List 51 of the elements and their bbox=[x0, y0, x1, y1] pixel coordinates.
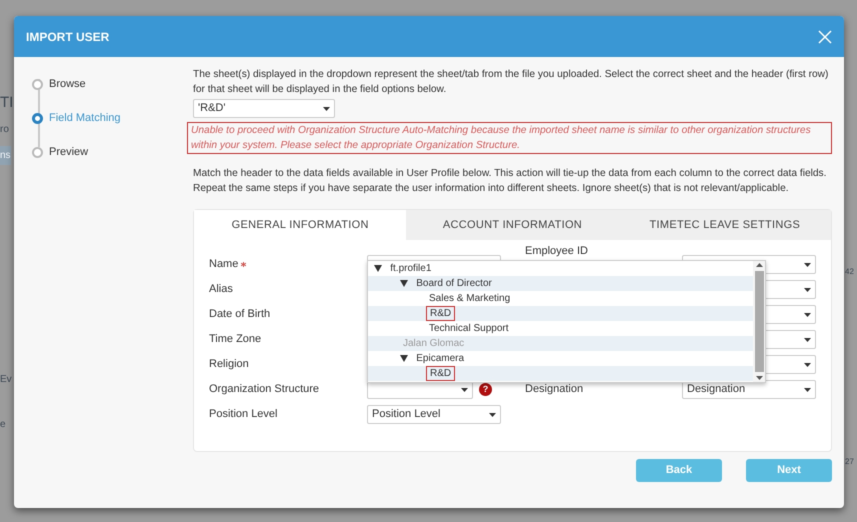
caret-icon bbox=[323, 106, 330, 110]
window-title: IMPORT USER bbox=[26, 28, 110, 46]
background-text: 27 bbox=[845, 456, 854, 468]
tree-item[interactable]: Epicamera bbox=[413, 352, 468, 365]
tab[interactable]: TIMETEC LEAVE SETTINGS bbox=[618, 210, 831, 240]
tree-item[interactable]: Technical Support bbox=[426, 322, 512, 335]
scroll-down-icon[interactable] bbox=[756, 374, 762, 382]
tree-item[interactable]: ft.profile1 bbox=[387, 262, 434, 275]
caret-icon bbox=[804, 262, 811, 266]
scrollbar[interactable] bbox=[753, 261, 765, 382]
tree-item[interactable]: R&D bbox=[426, 306, 456, 321]
tree-item[interactable]: Board of Director bbox=[413, 277, 495, 290]
step-label[interactable]: Preview bbox=[49, 144, 88, 160]
caret-icon bbox=[461, 388, 468, 392]
tree-item[interactable]: R&D bbox=[426, 366, 456, 381]
error-message: Unable to proceed with Organization Structure Auto-Matching because the imported sheet name is similar to other organization structures within your system. Please select the appropriate Organization Structure. bbox=[187, 122, 832, 154]
field-label: Designation bbox=[525, 383, 584, 396]
background-text: e bbox=[0, 418, 6, 432]
instruction-text: Match the header to the data fields available in User Profile below. This action will tie-up the data from each column to the correct data fields. Repeat the same steps if you have separate the user information into different sheets. Ignore sheet(s) that is not relevant/applicable. bbox=[193, 167, 828, 196]
select-field[interactable]: Position Level bbox=[367, 405, 501, 424]
field-label: Religion bbox=[209, 358, 249, 370]
background-text: Ev bbox=[0, 373, 12, 387]
sheet-select[interactable]: 'R&D' bbox=[193, 99, 335, 118]
help-icon[interactable]: ? bbox=[479, 383, 492, 396]
select-field[interactable]: Designation bbox=[682, 380, 816, 399]
caret-icon[interactable] bbox=[400, 355, 408, 362]
background-text: ns bbox=[0, 146, 11, 165]
field-label: Date of Birth bbox=[209, 308, 270, 320]
field-label: Time Zone bbox=[209, 333, 262, 346]
caret-icon bbox=[489, 412, 496, 416]
caret-icon bbox=[804, 388, 811, 392]
intro-text: The sheet(s) displayed in the dropdown represent the sheet/tab from the file you uploaded. Select the correct sheet and the header (first row) for that sheet will be displayed in the field options below. bbox=[193, 68, 830, 97]
background-text: TI bbox=[0, 93, 14, 113]
tab[interactable]: ACCOUNT INFORMATION bbox=[406, 210, 619, 240]
field-label: Alias bbox=[209, 283, 233, 296]
background-text: 42 bbox=[845, 266, 854, 278]
caret-icon bbox=[804, 338, 811, 342]
caret-icon bbox=[804, 312, 811, 316]
field-label: Name bbox=[209, 258, 238, 270]
field-label: Position Level bbox=[209, 408, 278, 420]
caret-icon[interactable] bbox=[374, 265, 382, 272]
field-label: Employee ID bbox=[525, 245, 588, 257]
caret-icon bbox=[804, 362, 811, 366]
step-label[interactable]: Browse bbox=[49, 76, 86, 92]
caret-icon[interactable] bbox=[400, 280, 408, 287]
field-label: Organization Structure bbox=[209, 383, 320, 396]
tree-item[interactable]: Sales & Marketing bbox=[426, 292, 514, 305]
caret-icon bbox=[804, 288, 811, 292]
scroll-up-icon[interactable] bbox=[756, 261, 762, 269]
close-icon[interactable] bbox=[818, 30, 832, 44]
background-text: ro bbox=[0, 123, 9, 137]
